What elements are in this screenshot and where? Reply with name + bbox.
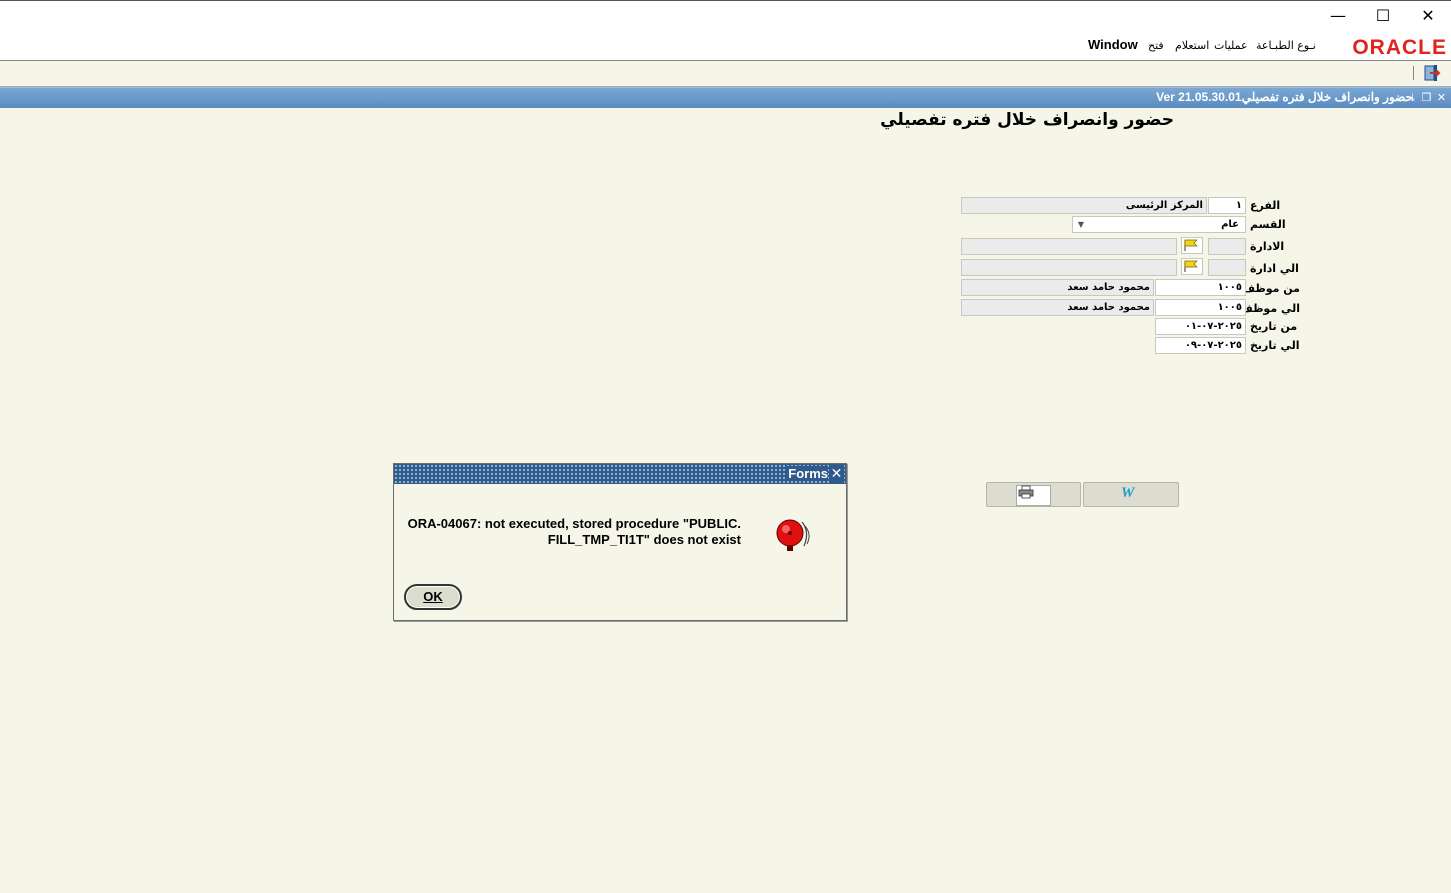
- dialog-titlebar: Forms ✕: [394, 464, 846, 484]
- branch-name-field: المركز الرئيسى: [961, 197, 1207, 214]
- department-code-field[interactable]: [1208, 238, 1246, 255]
- close-window-button[interactable]: ✕: [1405, 1, 1451, 31]
- menu-window[interactable]: Window: [1088, 37, 1138, 52]
- to-department-name-field: [961, 259, 1177, 276]
- to-department-lov-button[interactable]: [1181, 258, 1203, 275]
- error-dialog: Forms ✕ ORA-04067: not executed, stored …: [393, 463, 847, 621]
- form-close-icon[interactable]: ✕: [1435, 91, 1448, 104]
- to-employee-label: الي موظف: [1239, 302, 1300, 315]
- from-date-field[interactable]: ٢٠٢٥-٠٧-٠١: [1155, 318, 1246, 335]
- to-department-label: الي ادارة: [1250, 262, 1299, 275]
- from-employee-label: من موظف: [1242, 282, 1300, 295]
- form-heading: حضور وانصراف خلال فتره تفصيلي: [880, 110, 1174, 130]
- word-icon: W: [1121, 485, 1135, 501]
- ok-button[interactable]: OK: [404, 584, 462, 610]
- menu-open[interactable]: فتح: [1148, 39, 1164, 52]
- section-select[interactable]: عام: [1072, 216, 1246, 233]
- form-titlebar: حضور وانصراف خلال فتره تفصيلي01.Ver 21.0…: [0, 87, 1451, 108]
- exit-icon[interactable]: [1423, 64, 1443, 82]
- maximize-button[interactable]: ☐: [1360, 1, 1406, 31]
- branch-label: الفرع: [1250, 199, 1281, 212]
- alarm-bell-icon: [776, 519, 810, 551]
- section-label: القسم: [1250, 218, 1286, 231]
- to-employee-code-field[interactable]: ١٠٠٥: [1155, 299, 1246, 316]
- to-date-field[interactable]: ٢٠٢٥-٠٧-٠٩: [1155, 337, 1246, 354]
- dialog-message: ORA-04067: not executed, stored procedur…: [404, 516, 741, 548]
- from-employee-code-field[interactable]: ١٠٠٥: [1155, 279, 1246, 296]
- department-name-field: [961, 238, 1177, 255]
- print-button[interactable]: [986, 482, 1081, 507]
- menu-query[interactable]: استعلام: [1175, 39, 1209, 52]
- toolbar: [0, 61, 1451, 87]
- flag-icon: [1184, 239, 1198, 251]
- from-date-label: من تاريخ: [1250, 320, 1298, 333]
- minimize-button[interactable]: —: [1315, 1, 1361, 31]
- to-employee-name-field: محمود حامد سعد: [961, 299, 1154, 316]
- dialog-message-line2: FILL_TMP_TI1T" does not exist: [547, 532, 741, 547]
- form-restore-icon[interactable]: ❐: [1420, 91, 1433, 104]
- flag-icon: [1184, 260, 1198, 272]
- section-value: عام: [1221, 219, 1239, 230]
- export-word-button[interactable]: W: [1083, 482, 1179, 507]
- dialog-message-line1: ORA-04067: not executed, stored procedur…: [407, 516, 741, 531]
- department-lov-button[interactable]: [1181, 237, 1203, 254]
- menu-print-type[interactable]: نـوع الطبـاعة: [1256, 39, 1316, 52]
- menu-operations[interactable]: عمليات: [1214, 39, 1248, 52]
- department-label: الادارة: [1250, 240, 1285, 253]
- dialog-close-icon[interactable]: ✕: [829, 465, 844, 483]
- from-employee-name-field: محمود حامد سعد: [961, 279, 1154, 296]
- form-minimize-icon[interactable]: ⤓: [1406, 91, 1419, 104]
- form-title: حضور وانصراف خلال فتره تفصيلي01.Ver 21.0…: [1156, 90, 1413, 104]
- to-department-code-field[interactable]: [1208, 259, 1246, 276]
- chevron-down-icon[interactable]: ▼: [1073, 217, 1089, 232]
- printer-icon: [1018, 485, 1034, 499]
- window-titlebar: — ☐ ✕: [0, 0, 1451, 33]
- dialog-title: Forms: [785, 466, 828, 481]
- oracle-logo: ORACLE: [1352, 36, 1447, 59]
- menubar: ORACLE نـوع الطبـاعة عمليات استعلام فتح …: [0, 32, 1451, 61]
- toolbar-separator: [1413, 66, 1414, 80]
- to-date-label: الي تاريخ: [1250, 339, 1300, 352]
- branch-code-field[interactable]: ١: [1208, 197, 1246, 214]
